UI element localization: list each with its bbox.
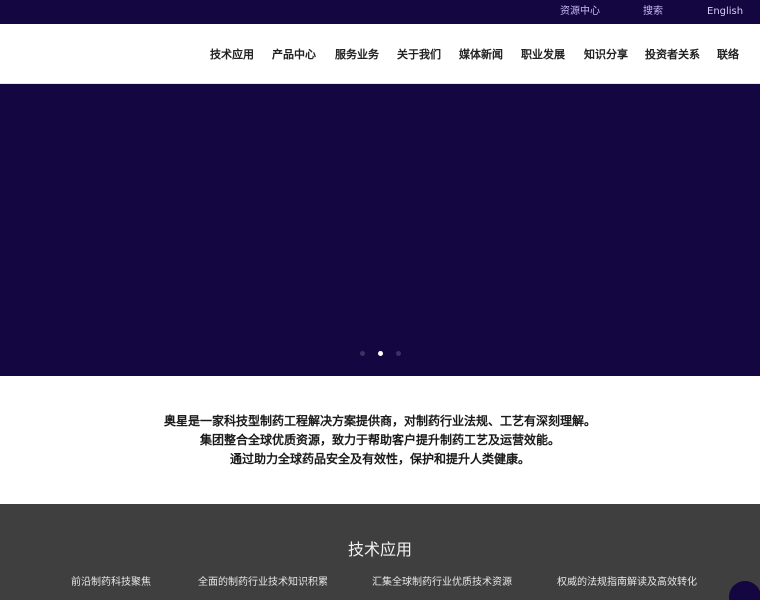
nav-item-news[interactable]: 媒体新闻 [459, 48, 503, 61]
intro-line-2: 集团整合全球优质资源，致力于帮助客户提升制药工艺及运营效能。 [199, 433, 560, 447]
tech-item-resources[interactable]: 汇集全球制药行业优质技术资源 [372, 577, 512, 589]
main-navigation: 技术应用 产品中心 服务业务 关于我们 媒体新闻 职业发展 知识分享 投资者关系… [0, 24, 760, 84]
carousel-dot-1[interactable] [360, 351, 365, 356]
nav-item-careers[interactable]: 职业发展 [521, 48, 565, 61]
intro-line-3: 通过助力全球药品安全及有效性，保护和提升人类健康。 [229, 452, 530, 466]
tech-item-knowledge[interactable]: 全面的制药行业技术知识积累 [198, 577, 328, 589]
tech-item-frontier[interactable]: 前沿制药科技聚焦 [71, 577, 151, 589]
resource-center-link[interactable]: 资源中心 [560, 6, 600, 18]
technology-section: 技术应用 前沿制药科技聚焦 全面的制药行业技术知识积累 汇集全球制药行业优质技术… [0, 504, 760, 600]
nav-item-investors[interactable]: 投资者关系 [645, 48, 700, 61]
nav-item-services[interactable]: 服务业务 [335, 48, 379, 61]
language-switch-link[interactable]: English [707, 6, 743, 18]
top-utility-bar: 资源中心 搜索 English [0, 0, 760, 24]
section-title: 技术应用 [347, 540, 412, 559]
search-link[interactable]: 搜索 [643, 6, 663, 18]
nav-item-products[interactable]: 产品中心 [272, 48, 316, 61]
intro-text-block: 奥星是一家科技型制药工程解决方案提供商，对制药行业法规、工艺有深刻理解。 集团整… [0, 412, 760, 469]
carousel-dot-2-active[interactable] [378, 351, 383, 356]
company-intro: 奥星是一家科技型制药工程解决方案提供商，对制药行业法规、工艺有深刻理解。 集团整… [0, 376, 760, 504]
floating-contact-button[interactable] [729, 581, 760, 600]
nav-item-about[interactable]: 关于我们 [397, 48, 441, 61]
nav-item-contact[interactable]: 联络 [717, 48, 739, 61]
hero-banner [0, 84, 760, 376]
intro-line-1: 奥星是一家科技型制药工程解决方案提供商，对制药行业法规、工艺有深刻理解。 [163, 414, 596, 428]
carousel-dot-3[interactable] [396, 351, 401, 356]
tech-item-regulations[interactable]: 权威的法规指南解读及高效转化 [557, 577, 697, 589]
nav-item-knowledge[interactable]: 知识分享 [584, 48, 628, 61]
nav-item-technology[interactable]: 技术应用 [210, 48, 254, 61]
